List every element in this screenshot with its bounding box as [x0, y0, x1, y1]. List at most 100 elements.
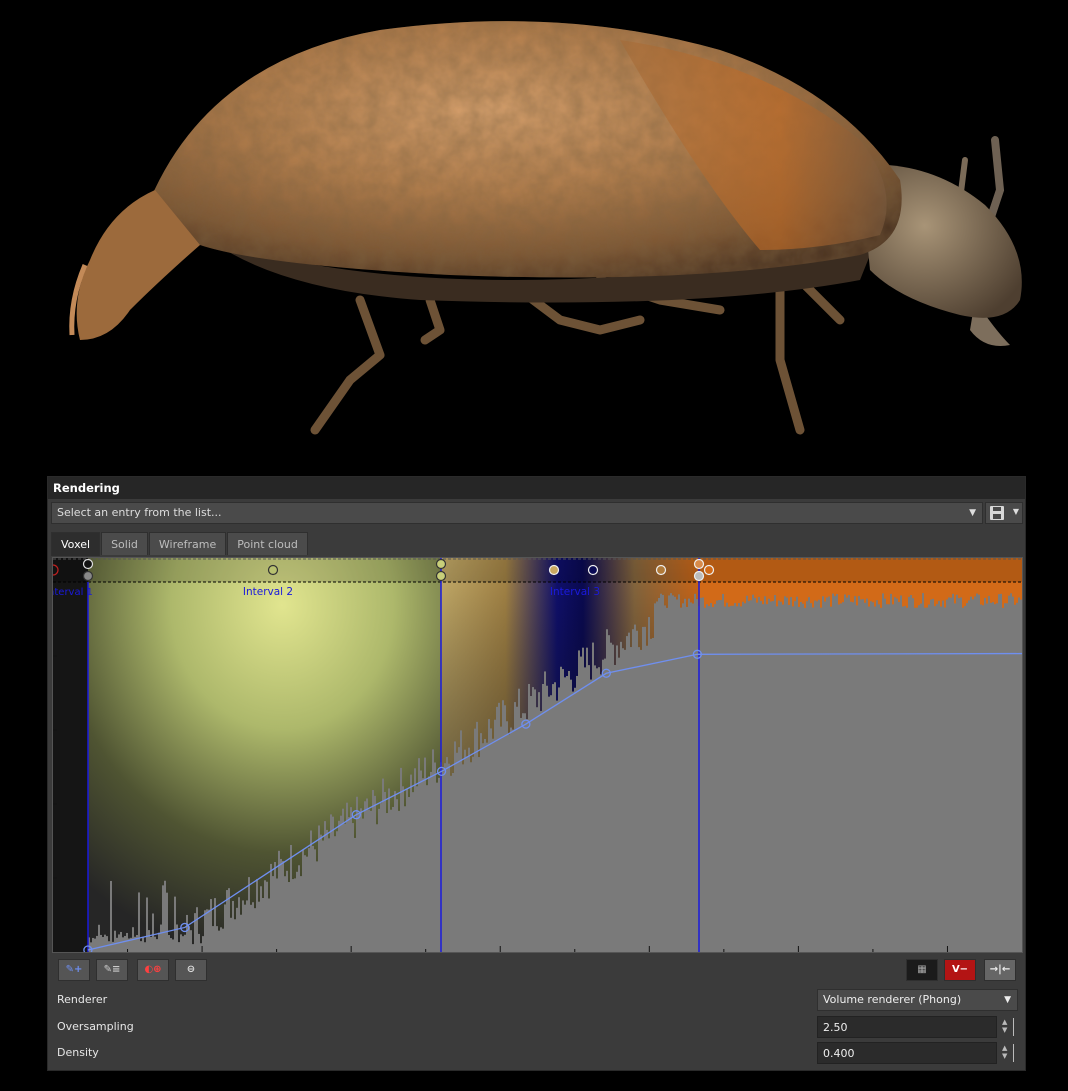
renderer-select[interactable]: Volume renderer (Phong) ▼	[817, 989, 1018, 1011]
histogram-bar	[660, 593, 662, 952]
transfer-function-canvas[interactable]: Interval 1 Interval 2 Interval 3	[53, 558, 1022, 952]
histogram-bar	[206, 909, 208, 952]
histogram-bar	[140, 941, 142, 952]
tab-wireframe[interactable]: Wireframe	[148, 532, 227, 555]
histogram-bar	[474, 728, 476, 952]
histogram-bar	[260, 886, 262, 952]
add-point-button[interactable]: ✎+	[58, 959, 90, 981]
histogram-bar	[762, 604, 764, 952]
histogram-bar	[262, 897, 264, 952]
tab-voxel[interactable]: Voxel	[51, 532, 101, 556]
histogram-bar	[166, 892, 168, 952]
histogram-bar	[412, 792, 414, 952]
add-interval-button[interactable]: ◐⊕	[137, 959, 169, 981]
color-stop-handle[interactable]	[655, 564, 667, 576]
histogram-bar	[332, 816, 334, 952]
histogram-bar	[404, 806, 406, 952]
histogram-bar	[300, 876, 302, 952]
histogram-bar	[820, 607, 822, 952]
histogram-bar	[438, 777, 440, 952]
histogram-bar	[924, 607, 926, 952]
histogram-bar	[424, 757, 426, 952]
density-input[interactable]	[817, 1042, 997, 1064]
color-stop-handle[interactable]	[267, 564, 279, 576]
histogram-bar	[922, 593, 924, 952]
histogram-bar	[822, 596, 824, 952]
histogram-bar	[366, 798, 368, 952]
histogram-bar	[444, 763, 446, 952]
color-stop-handle[interactable]	[693, 558, 705, 570]
histogram-bar	[934, 606, 936, 952]
histogram-bar	[1004, 603, 1006, 952]
color-stop-handle[interactable]	[82, 558, 94, 570]
color-stop-handle[interactable]	[587, 564, 599, 576]
histogram-bar	[402, 786, 404, 952]
histogram-bar	[654, 603, 656, 952]
histogram-bar	[978, 594, 980, 952]
3d-viewport[interactable]	[0, 0, 1068, 470]
histogram-bar	[782, 604, 784, 952]
histogram-bar	[668, 595, 670, 952]
histogram-bar	[154, 936, 156, 952]
slider-handle-icon[interactable]	[1013, 1044, 1014, 1062]
histogram-bar	[544, 671, 546, 952]
histogram-bar	[694, 593, 696, 952]
histogram-bar	[564, 677, 566, 952]
histogram-bar	[876, 600, 878, 952]
tab-solid[interactable]: Solid	[101, 532, 148, 555]
interval-label-2: Interval 2	[243, 586, 293, 598]
edit-point-button[interactable]: ✎≡	[96, 959, 128, 981]
histogram-bar	[234, 919, 236, 952]
histogram-bar	[754, 597, 756, 952]
color-stop-handle[interactable]	[693, 570, 705, 582]
color-stop-handle[interactable]	[548, 564, 560, 576]
histogram-bar	[318, 825, 320, 952]
remove-interval-button[interactable]: ⊖	[175, 959, 207, 981]
histogram-bar	[302, 849, 304, 952]
oversampling-spinner[interactable]: ▲ ▼	[1000, 1016, 1020, 1038]
histogram-bar	[1002, 607, 1004, 952]
histogram-bar	[448, 763, 450, 952]
save-preset-button[interactable]: ▼	[985, 502, 1023, 524]
fit-view-button[interactable]: →|←	[984, 959, 1016, 981]
histogram-bar	[796, 596, 798, 952]
histogram-bar	[334, 836, 336, 952]
density-spinner[interactable]: ▲ ▼	[1000, 1042, 1020, 1064]
histogram-bar	[344, 823, 346, 952]
histogram-bar	[460, 730, 462, 952]
render-mode-tabs: Voxel Solid Wireframe Point cloud	[51, 532, 309, 556]
histogram-bar	[406, 789, 408, 952]
preset-dropdown[interactable]: Select an entry from the list... ▼	[51, 502, 983, 524]
slider-handle-icon[interactable]	[1013, 1018, 1014, 1036]
histogram-bar	[510, 727, 512, 952]
histogram-bar	[346, 802, 348, 952]
color-stop-handle[interactable]	[435, 558, 447, 570]
color-stop-handle[interactable]	[703, 564, 715, 576]
oversampling-input[interactable]	[817, 1016, 997, 1038]
grid-toggle-button[interactable]: ▦	[906, 959, 938, 981]
histogram-bar	[542, 683, 544, 952]
histogram-bar	[768, 598, 770, 952]
histogram-bar	[634, 624, 636, 952]
histogram-bar	[390, 809, 392, 952]
histogram-bar	[838, 604, 840, 952]
preset-placeholder: Select an entry from the list...	[57, 506, 222, 519]
tab-point-cloud[interactable]: Point cloud	[227, 532, 308, 555]
histogram-bar	[696, 599, 698, 952]
histogram-bar	[320, 834, 322, 952]
histogram-bar	[506, 721, 508, 952]
histogram-bar	[642, 626, 644, 952]
histogram-bar	[242, 900, 244, 952]
color-stop-handle[interactable]	[435, 570, 447, 582]
histogram-bar	[802, 603, 804, 952]
histogram-bar	[500, 726, 502, 952]
histogram-bar	[190, 930, 192, 952]
color-stop-handle[interactable]	[82, 570, 94, 582]
histogram-bar	[530, 696, 532, 952]
histogram-bar	[480, 733, 482, 952]
edit-point-icon: ✎≡	[103, 964, 121, 975]
histogram-bar	[512, 729, 514, 952]
histogram-bar	[198, 933, 200, 952]
transfer-function-editor[interactable]: Interval 1 Interval 2 Interval 3	[52, 557, 1023, 953]
v-minus-button[interactable]: V−	[944, 959, 976, 981]
